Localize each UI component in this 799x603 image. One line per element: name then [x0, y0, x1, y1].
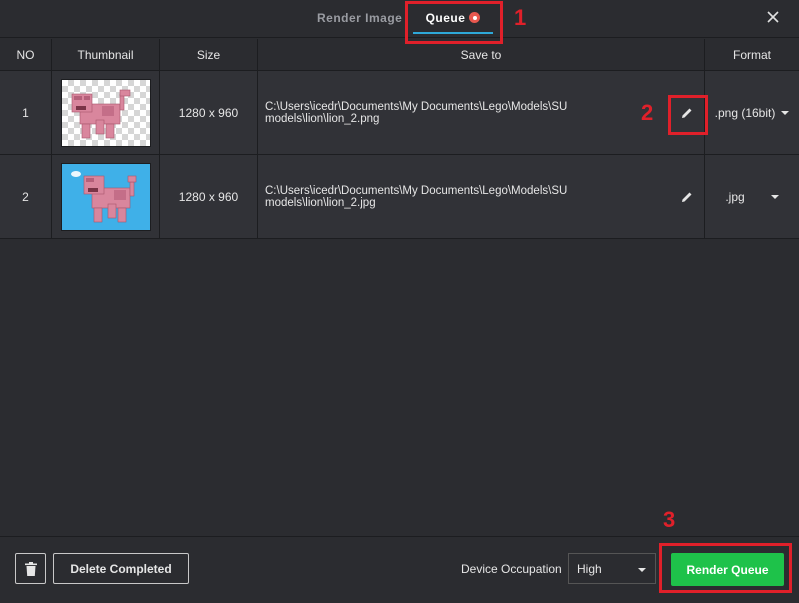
row-number: 2 [0, 155, 52, 238]
delete-completed-button[interactable]: Delete Completed [53, 553, 189, 584]
annotation-box-3 [659, 543, 792, 593]
table-header: NO Thumbnail Size Save to Format [0, 39, 799, 71]
title-bar: Render Image Queue [0, 0, 799, 38]
table-row: 2 1280 x 960 C:\Users\icedr\Documents\My… [0, 155, 799, 239]
row-size: 1280 x 960 [160, 71, 258, 154]
header-format: Format [732, 47, 771, 62]
device-occupation-value: High [577, 561, 602, 576]
header-no: NO [0, 39, 52, 70]
queue-empty-area [0, 239, 799, 536]
save-path: C:\Users\icedr\Documents\My Documents\Le… [265, 184, 568, 209]
format-dropdown[interactable]: .png (16bit) [705, 71, 799, 154]
chevron-down-icon [781, 110, 790, 115]
close-icon[interactable] [763, 9, 783, 29]
format-value: .png (16bit) [714, 105, 776, 120]
save-to-cell: C:\Users\icedr\Documents\My Documents\Le… [258, 155, 705, 238]
annotation-number-1: 1 [514, 5, 527, 30]
header-size: Size [160, 39, 258, 70]
save-to-cell: C:\Users\icedr\Documents\My Documents\Le… [258, 71, 705, 154]
annotation-box-1 [405, 1, 503, 44]
tab-render-image[interactable]: Render Image [317, 0, 402, 38]
format-value: .jpg [725, 189, 745, 204]
device-occupation-select[interactable]: High [568, 553, 656, 584]
annotation-number-3: 3 [663, 507, 676, 532]
queue-table: NO Thumbnail Size Save to Format 1 1280 … [0, 39, 799, 239]
lego-lion-thumbnail [60, 162, 151, 231]
thumbnail-cell [52, 155, 160, 238]
row-number: 1 [0, 71, 52, 154]
edit-icon[interactable] [680, 190, 694, 204]
chevron-down-icon [638, 568, 646, 572]
format-dropdown[interactable]: .jpg [705, 155, 799, 238]
row-size: 1280 x 960 [160, 155, 258, 238]
chevron-down-icon [770, 194, 779, 199]
lego-lion-thumbnail [60, 78, 151, 147]
save-path: C:\Users\icedr\Documents\My Documents\Le… [265, 100, 568, 125]
annotation-box-2 [668, 95, 708, 135]
delete-button[interactable] [15, 553, 46, 584]
header-thumbnail: Thumbnail [52, 39, 160, 70]
device-occupation-label: Device Occupation [461, 562, 562, 576]
trash-icon [24, 561, 37, 576]
annotation-number-2: 2 [641, 100, 654, 125]
thumbnail-cell [52, 71, 160, 154]
